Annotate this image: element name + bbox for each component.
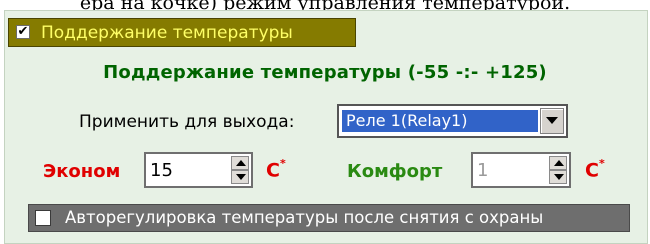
degree-mark: * (279, 157, 286, 170)
econom-label: Эконом (43, 161, 121, 182)
apply-output-label: Применить для выхода: (79, 112, 295, 132)
celsius-unit-text: С (266, 159, 280, 182)
econom-unit: С* (266, 157, 286, 182)
maintain-temperature-toggle[interactable]: ✔ Поддержание температуры (8, 18, 356, 47)
arrow-down-icon (554, 174, 564, 180)
comfort-label: Комфорт (347, 161, 443, 182)
comfort-spinner[interactable]: 1 (471, 152, 571, 188)
output-select[interactable]: Реле 1(Relay1) (337, 104, 568, 138)
comfort-decrement-button[interactable] (549, 170, 567, 184)
arrow-down-icon (236, 174, 246, 180)
degree-mark: * (598, 157, 605, 170)
econom-decrement-button[interactable] (231, 170, 249, 184)
maintain-temperature-label: Поддержание температуры (41, 23, 293, 43)
clipped-document-text: ера на кочке) режим управления температу… (0, 0, 650, 10)
comfort-unit: С* (585, 157, 605, 182)
auto-adjust-checkbox[interactable] (35, 210, 51, 226)
maintain-temperature-checkbox[interactable]: ✔ (16, 25, 30, 39)
arrow-up-icon (554, 160, 564, 166)
dropdown-arrow-button[interactable] (540, 108, 564, 134)
econom-spinner[interactable]: 15 (144, 152, 253, 188)
comfort-value[interactable]: 1 (477, 160, 488, 182)
temperature-range-title: Поддержание температуры (-55 -:- +125) (103, 62, 547, 83)
econom-value[interactable]: 15 (150, 160, 173, 182)
comfort-increment-button[interactable] (549, 156, 567, 170)
output-select-value: Реле 1(Relay1) (341, 109, 539, 133)
auto-adjust-label: Авторегулировка температуры после снятия… (65, 208, 544, 227)
econom-increment-button[interactable] (231, 156, 249, 170)
chevron-down-icon (546, 117, 558, 124)
auto-adjust-toggle[interactable]: Авторегулировка температуры после снятия… (28, 204, 630, 232)
celsius-unit-text: С (585, 159, 599, 182)
arrow-up-icon (236, 160, 246, 166)
